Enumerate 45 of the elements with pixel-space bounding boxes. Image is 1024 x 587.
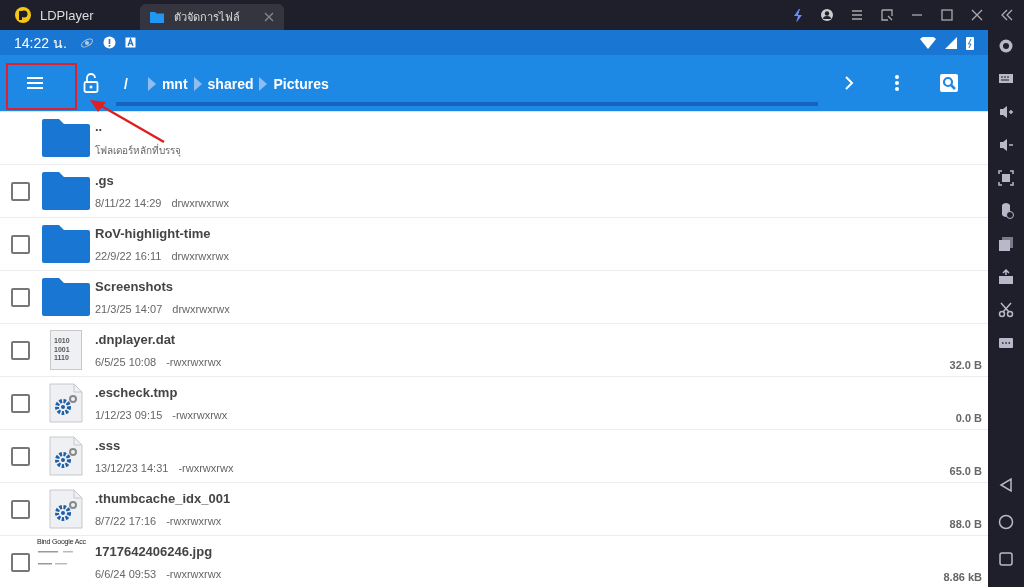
file-permissions: -rwxrwxrwx [166, 356, 222, 368]
file-date: 1/12/23 09:15 [95, 409, 163, 421]
file-row[interactable]: .escheck.tmp 1/12/23 09:15 -rwxrwxrwx 0.0 B [0, 377, 988, 430]
file-date: 13/12/23 14:31 [95, 462, 169, 474]
file-size: 0.0 B [955, 412, 982, 424]
file-name: RoV-highlight-time [95, 226, 212, 241]
file-date: 6/6/24 09:53 [95, 568, 157, 580]
file-date: 21/3/25 14:07 [95, 303, 163, 315]
file-size: 8.86 kB [943, 571, 982, 583]
file-name: 1717642406246.jpg [95, 544, 214, 559]
app-title: LDPlayer [40, 7, 94, 23]
file-row[interactable]: RoV-highlight-time 22/9/22 16:11 drwxrwxrwx [0, 218, 988, 271]
file-size: 32.0 B [949, 359, 982, 371]
file-row[interactable]: .thumbcache_idx_001 8/7/22 17:16 -rwxrwxrwx 88.0 B [0, 483, 988, 536]
status-time: 14:22 น. [14, 33, 67, 53]
file-size: 65.0 B [949, 465, 982, 477]
file-name: .dnplayer.dat [95, 332, 177, 347]
file-date: 6/5/25 10:08 [95, 356, 157, 368]
file-name: .thumbcache_idx_001 [95, 491, 231, 506]
file-permissions: drwxrwxrwx [172, 303, 230, 315]
file-row[interactable]: .. โฟลเดอร์หลักที่บรรจุ [0, 112, 988, 165]
file-permissions: -rwxrwxrwx [166, 515, 222, 527]
file-row[interactable]: Screenshots 21/3/25 14:07 drwxrwxrwx [0, 271, 988, 324]
file-name: .escheck.tmp [95, 385, 179, 400]
breadcrumb-item[interactable]: mnt [161, 76, 188, 92]
file-name: .sss [95, 438, 122, 453]
file-date: 8/7/22 17:16 [95, 515, 157, 527]
file-date: 8/11/22 14:29 [95, 197, 162, 209]
file-permissions: drwxrwxrwx [171, 250, 229, 262]
breadcrumb-item[interactable]: / [124, 76, 128, 92]
file-permissions: -rwxrwxrwx [178, 462, 234, 474]
file-permissions: drwxrwxrwx [171, 197, 229, 209]
folder-description: โฟลเดอร์หลักที่บรรจุ [95, 142, 181, 158]
file-permissions: -rwxrwxrwx [172, 409, 228, 421]
breadcrumb-item[interactable]: Pictures [273, 76, 329, 92]
file-row[interactable]: .gs 8/11/22 14:29 drwxrwxrwx [0, 165, 988, 218]
file-name: Screenshots [95, 279, 175, 294]
file-name: .. [95, 118, 104, 134]
file-permissions: -rwxrwxrwx [166, 568, 222, 580]
file-row[interactable]: .sss 13/12/23 14:31 -rwxrwxrwx 65.0 B [0, 430, 988, 483]
file-date: 22/9/22 16:11 [95, 250, 162, 262]
file-name: .gs [95, 173, 115, 188]
file-size: 88.0 B [949, 518, 982, 530]
window-tab[interactable]: ตัวจัดการไฟล์ [140, 4, 284, 30]
breadcrumb-item[interactable]: shared [207, 76, 254, 92]
